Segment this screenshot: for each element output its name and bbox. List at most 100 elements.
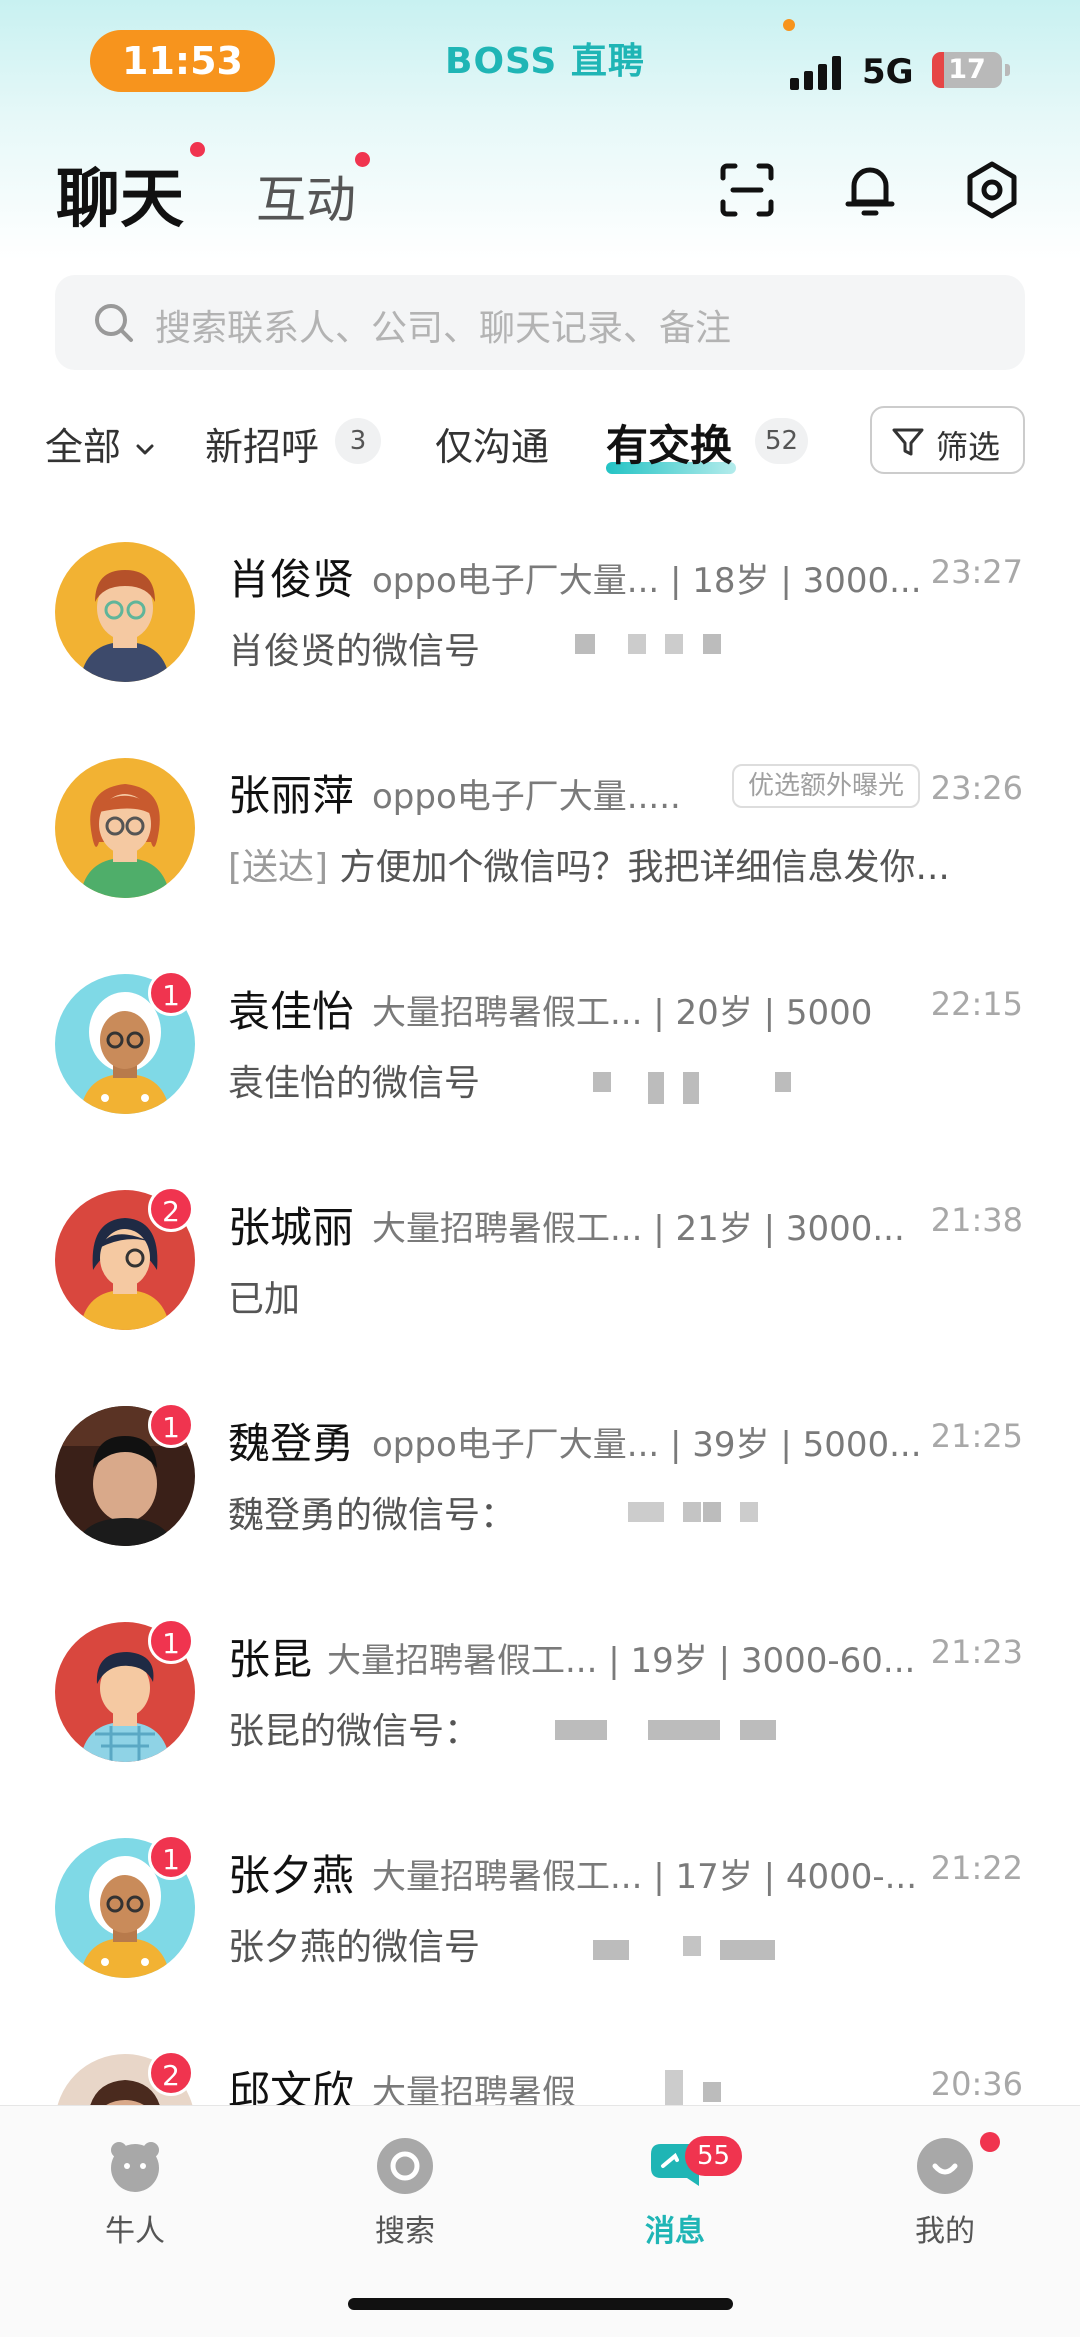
nav-profile-label: 我的 bbox=[915, 2214, 975, 2249]
chat-item[interactable]: 肖俊贤 oppo电子厂大量... | 18岁 | 3000... 23:27 肖… bbox=[0, 500, 1080, 716]
contact-job-info: oppo电子厂大量... | 18岁 | 3000... bbox=[372, 561, 922, 601]
message-time: 21:25 bbox=[930, 1417, 1023, 1455]
chevron-down-icon bbox=[136, 444, 154, 454]
filter-all[interactable]: 全部 bbox=[45, 416, 157, 471]
message-preview: [送达] 方便加个微信吗？我把详细信息发你... bbox=[228, 838, 1008, 890]
contact-name: 邱文欣 bbox=[228, 2067, 355, 2105]
search-disc-icon bbox=[377, 2138, 433, 2194]
contact-name: 肖俊贤 bbox=[228, 555, 355, 604]
bell-icon[interactable] bbox=[838, 158, 902, 222]
blurred-text bbox=[593, 1940, 629, 1960]
profile-notification-dot bbox=[980, 2132, 1000, 2152]
filter-exchanged-count: 52 bbox=[755, 418, 809, 464]
filter-new-greet[interactable]: 新招呼 bbox=[205, 416, 319, 471]
message-time: 23:26 bbox=[930, 769, 1023, 807]
tab-interaction[interactable]: 互动 bbox=[256, 160, 356, 232]
contact-job-info: 大量招聘暑假 bbox=[372, 2073, 576, 2105]
message-text: 已加 bbox=[228, 1279, 301, 1320]
message-preview: 魏登勇的微信号： bbox=[228, 1486, 1008, 1538]
blurred-text bbox=[665, 634, 683, 654]
unread-badge: 1 bbox=[148, 1618, 194, 1664]
app-brand-label: BOSS 直聘 bbox=[445, 41, 645, 82]
search-input[interactable]: 搜索联系人、公司、聊天记录、备注 bbox=[155, 299, 731, 351]
blurred-text bbox=[593, 1072, 611, 1092]
chat-item[interactable]: 1 袁佳怡 大量招聘暑假工... | 20岁 | 5000 22:15 袁佳怡的… bbox=[0, 932, 1080, 1148]
filter-button[interactable]: 筛选 bbox=[870, 406, 1025, 474]
blurred-text bbox=[683, 1936, 701, 1956]
message-time: 20:36 bbox=[930, 2065, 1023, 2103]
blurred-text bbox=[703, 634, 721, 654]
scan-icon[interactable] bbox=[715, 158, 779, 222]
contact-job-info: 大量招聘暑假工... | 17岁 | 4000-... bbox=[372, 1857, 918, 1897]
blurred-text bbox=[628, 1502, 664, 1522]
filter-only-chat[interactable]: 仅沟通 bbox=[435, 416, 549, 471]
message-time: 21:38 bbox=[930, 1201, 1023, 1239]
filter-all-label: 全部 bbox=[45, 425, 122, 469]
chat-item[interactable]: 2 邱文欣 大量招聘暑假 20:36 bbox=[0, 2012, 1080, 2105]
messages-badge: 55 bbox=[685, 2136, 743, 2176]
nav-profile[interactable]: 我的 bbox=[845, 2126, 1045, 2249]
blurred-text bbox=[703, 2082, 721, 2102]
search-box[interactable]: 搜索联系人、公司、聊天记录、备注 bbox=[55, 275, 1025, 370]
chat-item[interactable]: 1 张昆 大量招聘暑假工... | 19岁 | 3000-60... 21:23… bbox=[0, 1580, 1080, 1796]
avatar bbox=[55, 758, 195, 898]
blurred-text bbox=[683, 1502, 701, 1522]
chat-item[interactable]: 1 张夕燕 大量招聘暑假工... | 17岁 | 4000-... 21:22 … bbox=[0, 1796, 1080, 2012]
blurred-text bbox=[555, 1720, 607, 1740]
message-time: 22:15 bbox=[930, 985, 1023, 1023]
message-text: 张夕燕的微信号 bbox=[228, 1927, 481, 1968]
nav-talents[interactable]: 牛人 bbox=[35, 2126, 235, 2249]
unread-badge: 1 bbox=[148, 1834, 194, 1880]
home-indicator[interactable] bbox=[348, 2298, 733, 2310]
settings-icon[interactable] bbox=[960, 158, 1024, 222]
blurred-text bbox=[740, 1720, 776, 1740]
filter-exchanged[interactable]: 有交换 bbox=[606, 412, 732, 473]
contact-job-info: 大量招聘暑假工... | 21岁 | 3000... bbox=[372, 1209, 905, 1249]
unread-badge: 2 bbox=[148, 2050, 194, 2096]
contact-job-info: 大量招聘暑假工... | 19岁 | 3000-60... bbox=[327, 1641, 916, 1681]
chat-item[interactable]: 1 魏登勇 oppo电子厂大量... | 39岁 | 5000... 21:25… bbox=[0, 1364, 1080, 1580]
message-time: 21:22 bbox=[930, 1849, 1023, 1887]
blurred-text bbox=[648, 1072, 664, 1104]
message-preview: 袁佳怡的微信号 bbox=[228, 1054, 1008, 1106]
nav-search[interactable]: 搜索 bbox=[305, 2126, 505, 2249]
contact-job-info: 大量招聘暑假工... | 20岁 | 5000 bbox=[372, 993, 873, 1033]
unread-badge: 1 bbox=[148, 1402, 194, 1448]
chat-item[interactable]: 张丽萍 oppo电子厂大量..... 优选额外曝光 23:26 [送达] 方便加… bbox=[0, 716, 1080, 932]
filter-new-greet-count: 3 bbox=[335, 418, 381, 464]
indicator-dot bbox=[783, 19, 795, 31]
nav-messages[interactable]: 55 消息 bbox=[575, 2126, 775, 2249]
message-text: 肖俊贤的微信号 bbox=[228, 631, 481, 672]
blurred-text bbox=[648, 1720, 720, 1740]
contact-job-info: oppo电子厂大量... | 39岁 | 5000... bbox=[372, 1425, 922, 1465]
message-time: 21:23 bbox=[930, 1633, 1023, 1671]
tab-chat[interactable]: 聊天 bbox=[56, 148, 184, 240]
blurred-text bbox=[740, 1502, 758, 1522]
status-bar: 11:53 BOSS 直聘 5G 17 bbox=[0, 0, 1080, 120]
nav-talents-label: 牛人 bbox=[105, 2214, 165, 2249]
unread-badge: 2 bbox=[148, 1186, 194, 1232]
message-preview: 已加 bbox=[228, 1270, 1008, 1322]
status-time: 11:53 bbox=[90, 30, 275, 92]
search-icon bbox=[95, 304, 133, 342]
contact-name: 袁佳怡 bbox=[228, 987, 355, 1036]
blurred-text bbox=[703, 1502, 721, 1522]
blurred-text bbox=[775, 1072, 791, 1092]
blurred-text bbox=[628, 634, 646, 654]
network-type: 5G bbox=[862, 52, 914, 92]
filter-button-label: 筛选 bbox=[936, 428, 1001, 466]
battery-icon: 17 bbox=[932, 52, 1002, 88]
blurred-text bbox=[665, 2070, 683, 2105]
message-text: 方便加个微信吗？我把详细信息发你... bbox=[339, 847, 950, 888]
funnel-icon bbox=[892, 428, 924, 456]
battery-cap bbox=[1005, 64, 1010, 76]
bear-icon bbox=[111, 2142, 159, 2192]
nav-search-label: 搜索 bbox=[375, 2214, 435, 2249]
contact-name: 张丽萍 bbox=[228, 771, 355, 820]
chat-item[interactable]: 2 张城丽 大量招聘暑假工... | 21岁 | 3000... 21:38 已… bbox=[0, 1148, 1080, 1364]
chat-list: 肖俊贤 oppo电子厂大量... | 18岁 | 3000... 23:27 肖… bbox=[0, 500, 1080, 2105]
contact-name: 魏登勇 bbox=[228, 1419, 355, 1468]
contact-name: 张夕燕 bbox=[228, 1851, 355, 1900]
message-text: 魏登勇的微信号： bbox=[228, 1495, 517, 1536]
contact-name: 张昆 bbox=[228, 1635, 313, 1684]
